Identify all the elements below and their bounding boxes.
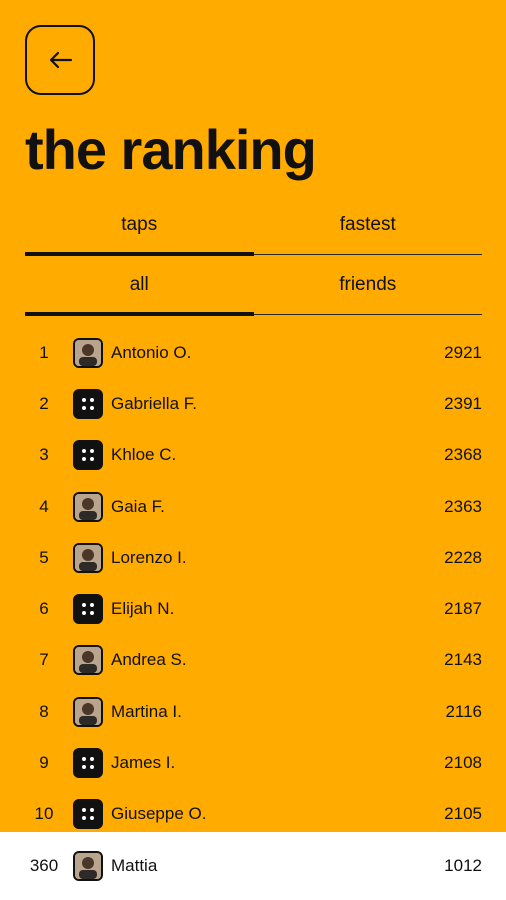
page-title: the ranking (25, 118, 317, 181)
rank-number: 2 (39, 393, 49, 413)
rank-number: 1 (39, 342, 49, 362)
list-item[interactable]: 5 Lorenzo I. 2228 (25, 532, 482, 583)
list-item[interactable]: 360 Mattia 1012 (25, 840, 482, 891)
default-avatar-icon (73, 440, 103, 471)
player-score: 2363 (444, 496, 482, 516)
player-name: Gaia F. (111, 496, 165, 516)
scope-tabs: all friends (25, 262, 483, 316)
player-score: 2116 (445, 701, 482, 721)
list-item[interactable]: 6 Elijah N. 2187 (25, 583, 482, 634)
player-score: 2105 (444, 804, 482, 824)
rank-number: 3 (39, 445, 49, 465)
player-name: Martina I. (111, 701, 182, 721)
arrow-left-icon (49, 51, 73, 69)
tab-all[interactable]: all (25, 262, 254, 316)
rank-number: 10 (34, 804, 54, 824)
player-name: James I. (111, 753, 176, 773)
list-item[interactable]: 1 Antonio O. 2921 (25, 327, 482, 378)
list-item[interactable]: 9 James I. 2108 (25, 737, 482, 788)
avatar (73, 645, 103, 676)
list-item[interactable]: 4 Gaia F. 2363 (25, 481, 482, 532)
default-avatar-icon (73, 388, 103, 419)
player-name: Khloe C. (111, 445, 177, 465)
player-name: Giuseppe O. (111, 804, 207, 824)
list-item[interactable]: 7 Andrea S. 2143 (25, 635, 482, 686)
rank-number: 7 (39, 650, 49, 670)
player-score: 1012 (444, 855, 482, 875)
list-item[interactable]: 8 Martina I. 2116 (25, 686, 482, 737)
player-score: 2391 (444, 393, 482, 413)
rank-number: 4 (39, 496, 49, 516)
player-score: 2143 (444, 650, 482, 670)
list-item[interactable]: 2 Gabriella F. 2391 (25, 378, 482, 429)
avatar (73, 491, 103, 522)
player-score: 2187 (444, 599, 482, 619)
player-name: Lorenzo I. (111, 547, 187, 567)
rank-number: 9 (39, 753, 49, 773)
ranking-list: 1 Antonio O. 2921 2 Gabriella F. 2391 3 Khloe C… (25, 327, 482, 840)
back-button[interactable] (25, 25, 95, 95)
avatar (73, 337, 103, 368)
default-avatar-icon (73, 748, 103, 779)
player-name: Elijah N. (111, 599, 175, 619)
player-score: 2368 (444, 445, 482, 465)
rank-number: 6 (39, 599, 49, 619)
avatar (73, 696, 103, 727)
avatar (73, 850, 103, 881)
avatar (73, 542, 103, 573)
list-item[interactable]: 3 Khloe C. 2368 (25, 430, 482, 481)
tab-friends[interactable]: friends (254, 262, 483, 314)
current-user-row: 360 Mattia 1012 (25, 840, 482, 891)
tab-taps[interactable]: taps (25, 202, 254, 256)
tab-fastest[interactable]: fastest (254, 202, 483, 254)
player-score: 2228 (444, 547, 482, 567)
default-avatar-icon (73, 799, 103, 830)
player-name: Mattia (111, 855, 158, 875)
rank-number: 360 (29, 855, 59, 875)
metric-tabs: taps fastest (25, 202, 483, 256)
player-score: 2108 (444, 753, 482, 773)
rank-number: 8 (39, 701, 49, 721)
player-name: Antonio O. (111, 342, 192, 362)
player-score: 2921 (444, 342, 482, 362)
player-name: Gabriella F. (111, 393, 197, 413)
rank-number: 5 (39, 547, 49, 567)
player-name: Andrea S. (111, 650, 187, 670)
default-avatar-icon (73, 594, 103, 625)
